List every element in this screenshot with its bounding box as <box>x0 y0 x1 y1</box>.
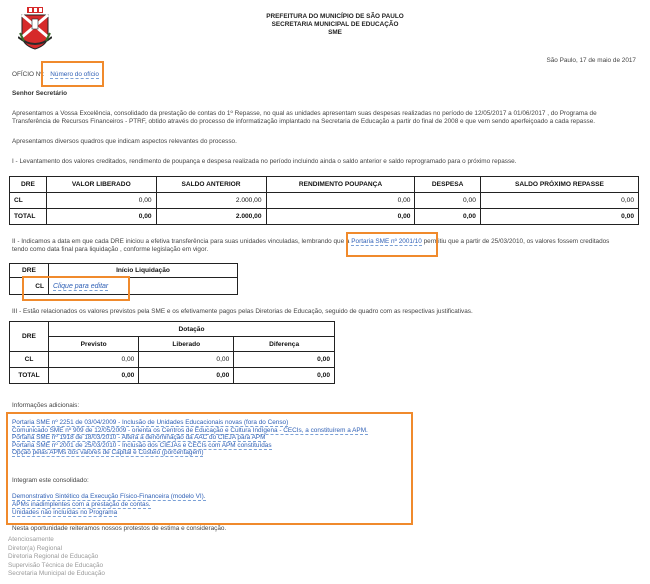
cell: 0,00 <box>46 208 157 225</box>
col-dre: DRE <box>9 176 47 193</box>
signature-block: Atenciosamente Diretor(a) Regional Diret… <box>8 536 105 579</box>
signature-line: Supervisão Técnica de Educação <box>8 561 104 569</box>
section-2-before: II - Indicamos a data em que cada DRE in… <box>12 238 350 245</box>
cell: 0,00 <box>46 192 157 209</box>
cell: 0,00 <box>138 351 235 368</box>
cell: 2.000,00 <box>155 208 267 225</box>
coat-of-arms-logo <box>17 7 53 51</box>
cell: 0,00 <box>233 367 335 384</box>
intro-paragraph: Apresentamos a Vossa Excelência, consoli… <box>12 110 597 125</box>
document-header: PREFEITURA DO MUNICÍPIO DE SÃO PAULO SEC… <box>230 13 440 37</box>
info-link-portaria-2251[interactable]: Portaria SME nº 2251 de 03/04/2009 - Inc… <box>12 419 289 427</box>
cell: 0,00 <box>479 192 640 209</box>
col-liberado: Liberado <box>138 336 235 352</box>
highlight-portaria <box>346 232 438 257</box>
signature-line: Atenciosamente <box>8 536 54 543</box>
table-row: CL 0,00 0,00 0,00 <box>9 351 335 368</box>
table-row-total: TOTAL 0,00 2.000,00 0,00 0,00 0,00 <box>9 208 640 225</box>
col-valor-liberado: VALOR LIBERADO <box>46 176 157 193</box>
section-1-text: I - Levantamento dos valores creditados,… <box>12 158 517 165</box>
signature-line: Diretoria Regional de Educação <box>8 553 99 560</box>
table-header-row: DRE VALOR LIBERADO SALDO ANTERIOR RENDIM… <box>9 176 640 193</box>
cell: TOTAL <box>9 208 47 225</box>
signature-line: Secretaria Municipal de Educação <box>8 570 105 577</box>
integram-links-list: Demonstrativo Sintético da Execução Físi… <box>12 493 206 517</box>
section-2-text: II - Indicamos a data em que cada DRE in… <box>12 238 627 254</box>
col-group-dotacao: Dotação <box>48 321 335 337</box>
col-rendimento-poupanca: RENDIMENTO POUPANÇA <box>265 176 416 193</box>
document-date: São Paulo, 17 de maio de 2017 <box>546 57 636 64</box>
info-title: Informações adicionais: <box>12 402 80 409</box>
apms-inadimplentes-link[interactable]: APMs inadimplentes com a prestação de co… <box>12 501 151 509</box>
cell: 0,00 <box>138 367 235 384</box>
col-previsto: Previsto <box>47 336 140 352</box>
cell: CL <box>9 192 47 209</box>
cell: 0,00 <box>414 192 481 209</box>
section-3-text: III - Estão relacionados os valores prev… <box>12 308 473 315</box>
cell: 0,00 <box>479 208 640 225</box>
table-header-row: DRE Dotação <box>9 321 335 352</box>
unidades-nao-incluidas-link[interactable]: Unidades não incluídas no Programa <box>12 509 118 517</box>
highlight-clique-editar <box>22 276 130 301</box>
cell: 0,00 <box>233 351 335 368</box>
cell: 2.000,00 <box>155 192 267 209</box>
demonstrativo-link[interactable]: Demonstrativo Sintético da Execução Físi… <box>12 493 206 501</box>
cell: 0,00 <box>265 208 416 225</box>
cell: CL <box>9 351 49 368</box>
table-dotacao: DRE Dotação Previsto Liberado Diferença … <box>9 321 335 384</box>
intro-paragraph-2: Apresentamos diversos quadros que indica… <box>12 138 237 145</box>
signature-line: Diretor(a) Regional <box>8 544 62 552</box>
info-link-portaria-1918[interactable]: Portaria SME nº 1918 de 18/03/2010 - Alt… <box>12 434 266 443</box>
cell: 0,00 <box>47 367 140 384</box>
integram-label: Integram este consolidado: <box>12 477 89 484</box>
table-levantamento: DRE VALOR LIBERADO SALDO ANTERIOR RENDIM… <box>9 176 640 225</box>
cell: 0,00 <box>414 208 481 225</box>
info-link-opcao-apms[interactable]: Opção pelas APMs dos valores de Capital … <box>12 449 204 458</box>
info-links-list: Portaria SME nº 2251 de 03/04/2009 - Inc… <box>12 419 368 458</box>
cell: 0,00 <box>265 192 416 209</box>
salutation: Senhor Secretário <box>12 90 68 97</box>
col-saldo-anterior: SALDO ANTERIOR <box>155 176 267 193</box>
cell: 0,00 <box>47 351 140 368</box>
header-line-3: SME <box>328 29 342 36</box>
col-saldo-proximo-repasse: SALDO PRÓXIMO REPASSE <box>479 176 640 193</box>
header-line-1: PREFEITURA DO MUNICÍPIO DE SÃO PAULO <box>266 13 404 20</box>
col-despesa: DESPESA <box>414 176 481 193</box>
table-row-total: TOTAL 0,00 0,00 0,00 <box>9 367 335 384</box>
highlight-oficio <box>41 61 104 87</box>
col-dre: DRE <box>9 321 49 352</box>
table-row: CL 0,00 2.000,00 0,00 0,00 0,00 <box>9 192 640 209</box>
cell: TOTAL <box>9 367 49 384</box>
oficio-label: OFÍCIO Nº: <box>12 71 45 78</box>
col-diferenca: Diferença <box>233 336 335 352</box>
closing-text: Nesta oportunidade reiteramos nossos pro… <box>12 525 227 532</box>
header-line-2: SECRETARIA MUNICIPAL DE EDUCAÇÃO <box>271 21 399 28</box>
table-subheader-row: Previsto Liberado Diferença <box>10 336 335 352</box>
